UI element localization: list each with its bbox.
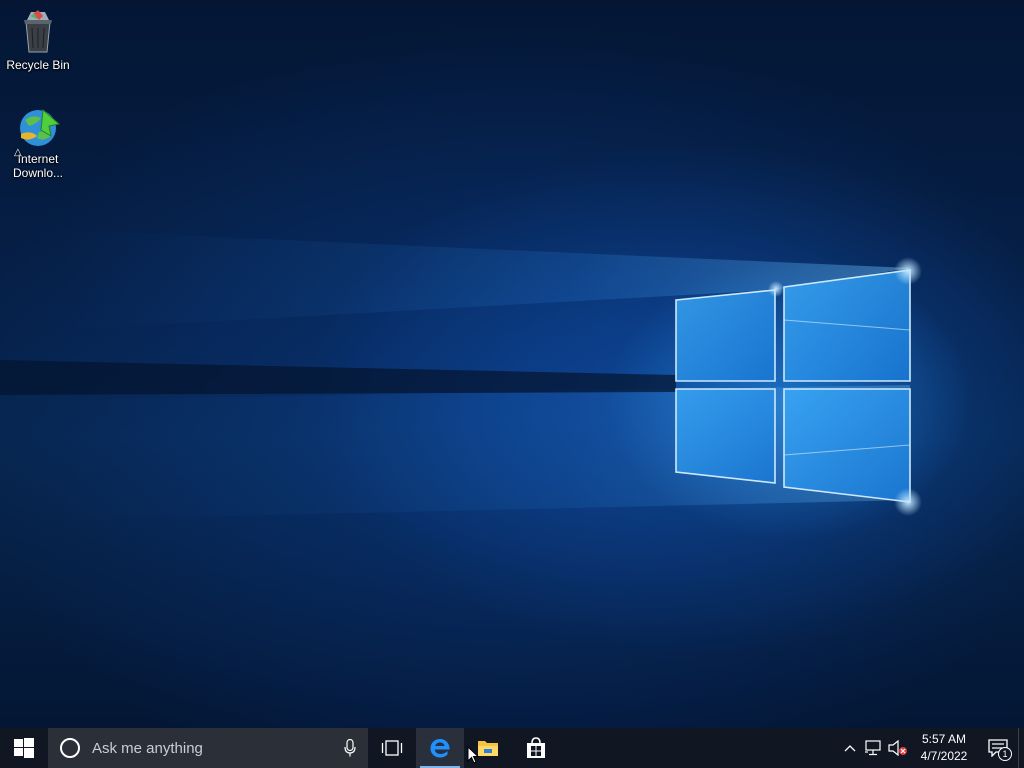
task-view-button[interactable] (368, 728, 416, 768)
task-view-icon (381, 740, 403, 756)
volume-muted-icon (888, 740, 907, 756)
store-icon (527, 737, 545, 758)
clock-time: 5:57 AM (921, 732, 967, 746)
wallpaper (0, 230, 922, 520)
notification-count-badge: 1 (998, 747, 1012, 761)
cortana-circle-icon (60, 738, 80, 758)
edge-icon (430, 739, 450, 758)
clock-date: 4/7/2022 (920, 749, 968, 763)
taskbar-store-button[interactable] (512, 728, 560, 768)
windows-logo-icon (14, 738, 34, 758)
desktop-icon-label: Recycle Bin (6, 58, 70, 72)
clock[interactable]: 5:57 AM 4/7/2022 (910, 728, 978, 768)
show-desktop-button[interactable] (1018, 728, 1024, 768)
show-hidden-icons-button[interactable] (838, 728, 862, 768)
recycle-bin-icon (24, 10, 52, 53)
search-box[interactable]: Ask me anything (48, 728, 368, 768)
desktop-icon-internet-download-manager[interactable]: △ Internet Downlo... (0, 106, 76, 180)
internet-download-manager-icon (20, 108, 61, 146)
action-center-button[interactable]: 1 (978, 728, 1018, 768)
volume-button[interactable] (886, 728, 910, 768)
shortcut-arrow-icon: △ (14, 147, 22, 158)
mouse-cursor-icon (467, 746, 479, 764)
chevron-up-icon (844, 745, 856, 752)
system-tray: 5:57 AM 4/7/2022 1 (838, 728, 1024, 768)
network-button[interactable] (862, 728, 886, 768)
search-placeholder: Ask me anything (92, 739, 203, 757)
network-icon (865, 740, 881, 756)
desktop-icon-recycle-bin[interactable]: Recycle Bin (0, 8, 76, 72)
taskbar-edge-button[interactable] (416, 728, 464, 768)
start-button[interactable] (0, 728, 48, 768)
microphone-icon[interactable] (344, 739, 356, 757)
taskbar: Ask me anything 5:57 AM 4/7/2022 1 (0, 728, 1024, 768)
desktop: Recycle Bin △ Internet Downlo... (0, 0, 1024, 728)
file-explorer-icon (478, 741, 498, 756)
